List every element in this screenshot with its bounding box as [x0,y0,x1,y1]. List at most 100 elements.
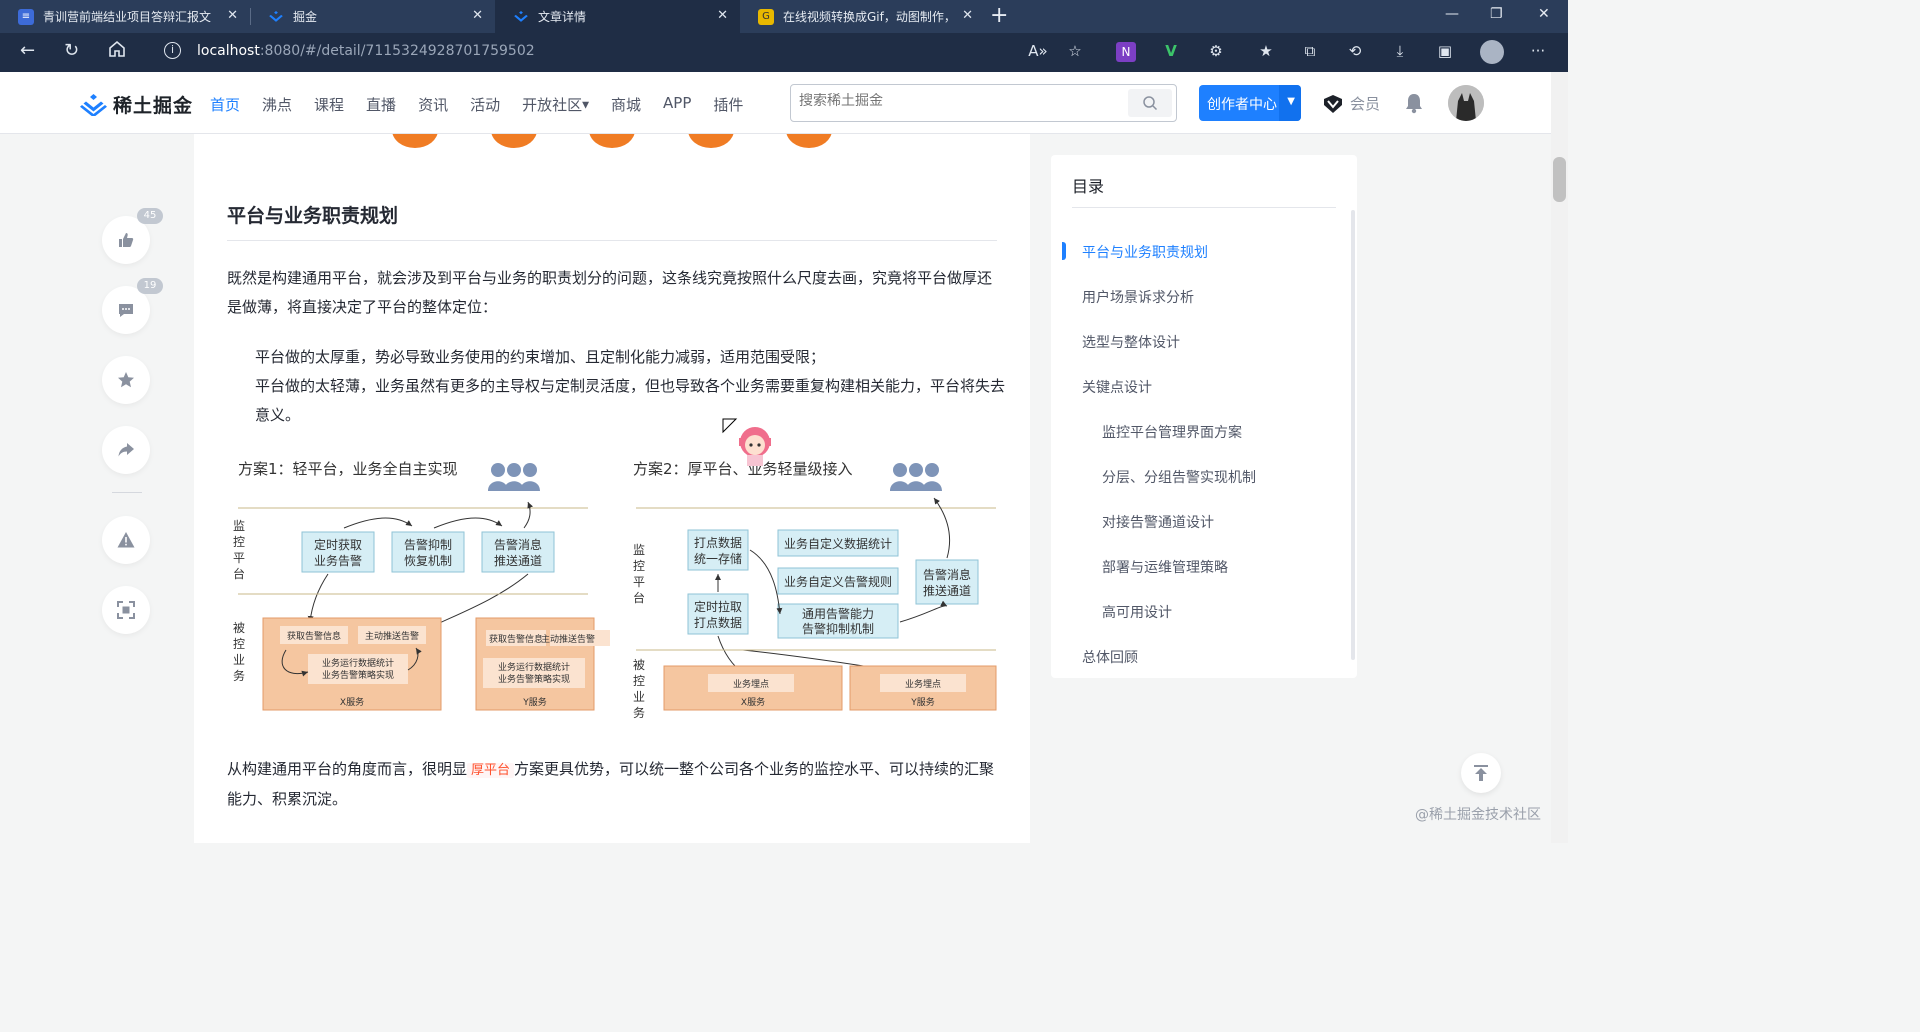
site-header: 稀土掘金 首页 沸点 课程 直播 资讯 活动 开放社区▼ 商城 APP 插件 创… [0,72,1568,134]
paragraph: 既然是构建通用平台，就会涉及到平台与业务的职责划分的问题，这条线究竟按照什么尺度… [227,269,993,316]
fullscreen-button[interactable] [102,586,150,634]
math-solver-icon[interactable]: ▣ [1435,42,1455,62]
browser-tab-1[interactable]: ≡ 青训营前端结业项目答辩汇报文 ✕ [0,0,250,33]
nav-course[interactable]: 课程 [314,94,344,115]
diagram-box-text: 告警消息 [923,567,971,582]
table-of-contents: 目录 平台与业务职责规划 用户场景诉求分析 选型与整体设计 关键点设计 监控平台… [1051,155,1357,678]
share-button[interactable] [102,426,150,474]
toc-item[interactable]: 用户场景诉求分析 [1082,287,1194,307]
nav-community[interactable]: 开放社区▼ [522,94,589,115]
diagram-label: 业 [233,653,245,667]
diagram-box-text: 打点数据 [694,535,742,550]
window-close-icon[interactable]: ✕ [1538,6,1550,22]
site-logo[interactable]: 稀土掘金 [80,91,193,118]
onenote-icon[interactable]: N [1116,42,1136,62]
nav-plugin[interactable]: 插件 [713,94,743,115]
expand-icon [117,601,135,619]
page-scrollbar-thumb[interactable] [1553,157,1566,202]
toc-item[interactable]: 总体回顾 [1082,647,1138,667]
creator-dropdown[interactable]: ▼ [1279,85,1301,121]
list-item: 平台做的太厚重，势必导致业务使用的约束增加、且定制化能力减弱，适用范围受限； [255,348,826,366]
diagram-label: 监 [633,543,645,557]
browser-tab-3[interactable]: 文章详情 ✕ [495,0,740,33]
toc-item[interactable]: 监控平台管理界面方案 [1102,422,1242,442]
search-icon [1143,96,1158,111]
creator-center-button[interactable]: 创作者中心 ▼ [1199,85,1301,121]
diagram-box-text: 业务自定义数据统计 [784,536,892,551]
nav-app[interactable]: APP [663,94,691,115]
close-icon[interactable]: ✕ [227,8,238,23]
section-heading: 平台与业务职责规划 [227,205,399,227]
nav-home[interactable]: 首页 [210,94,240,115]
search-button[interactable] [1128,89,1172,117]
collections-icon[interactable]: ⧉ [1300,42,1320,62]
decorative-dot [786,134,832,148]
nav-events[interactable]: 活动 [470,94,500,115]
diagram-box-text: 业务运行数据统计 [498,661,570,673]
download-icon[interactable]: ⤓ [1390,42,1410,62]
action-divider [112,492,142,493]
restore-icon[interactable]: ❐ [1490,6,1503,22]
back-icon[interactable]: ← [20,40,35,61]
report-button[interactable] [102,516,150,564]
toc-active-marker [1062,242,1066,260]
extensions-icon[interactable]: ⚙ [1206,42,1226,62]
diagram-label: 台 [633,590,645,605]
address-bar[interactable]: i localhost:8080/#/detail/71153249287017… [150,37,1100,68]
search-input[interactable] [799,93,1119,109]
nav-pins[interactable]: 沸点 [262,94,292,115]
profile-icon[interactable] [1480,40,1504,64]
toc-item[interactable]: 部署与运维管理策略 [1102,557,1228,577]
nav-news[interactable]: 资讯 [418,94,448,115]
refresh-icon[interactable]: ↻ [64,40,79,61]
juejin-logo-icon [80,93,107,116]
add-favorite-icon[interactable]: ☆ [1065,42,1085,62]
diagram-label: 控 [633,674,645,688]
favorites-icon[interactable]: ★ [1256,42,1276,62]
notification-bell-icon[interactable] [1404,92,1424,118]
user-avatar[interactable] [1448,85,1484,121]
vue-devtools-icon[interactable]: V [1161,42,1181,62]
toc-item[interactable]: 平台与业务职责规划 [1082,242,1208,262]
url-text[interactable]: localhost:8080/#/detail/7115324928701759… [197,43,535,59]
nav-shop[interactable]: 商城 [611,94,641,115]
tab-title: 文章详情 [538,10,587,24]
close-icon[interactable]: ✕ [717,8,728,23]
vip-link[interactable]: 会员 [1322,93,1380,114]
toc-item[interactable]: 分层、分组告警实现机制 [1102,467,1256,487]
share-icon [118,443,134,457]
history-icon[interactable]: ⟲ [1345,42,1365,62]
toc-item[interactable]: 对接告警通道设计 [1102,512,1214,532]
toc-item[interactable]: 关键点设计 [1082,377,1152,397]
diagram-box-text: 业务自定义告警规则 [784,574,892,589]
info-icon[interactable]: i [164,42,181,59]
browser-tab-4[interactable]: G 在线视频转换成Gif，动图制作， ✕ [740,0,985,33]
read-aloud-icon[interactable]: A» [1028,42,1048,62]
warning-icon [117,532,135,548]
juejin-icon [268,9,284,25]
nav-live[interactable]: 直播 [366,94,396,115]
comment-button[interactable]: 19 [102,278,163,334]
toc-item[interactable]: 选型与整体设计 [1082,332,1180,352]
minimize-icon[interactable]: — [1445,6,1459,22]
decorative-dot [392,134,438,148]
new-tab-icon[interactable]: + [990,3,1008,28]
diagram-label: 业 [633,690,645,704]
close-icon[interactable]: ✕ [472,8,483,23]
diagram-box-text: X服务 [741,696,765,708]
browser-tab-2[interactable]: 掘金 ✕ [250,0,495,33]
toc-item[interactable]: 高可用设计 [1102,602,1172,622]
diagram-label: 控 [233,535,245,549]
diagram-label: 控 [633,559,645,573]
toc-scrollbar[interactable] [1351,210,1355,660]
like-button[interactable]: 45 [102,208,163,264]
collect-button[interactable] [102,356,150,404]
decorative-dot [491,134,537,148]
more-icon[interactable]: ··· [1528,42,1548,62]
diagram-label: 被 [633,658,645,672]
anime-sprite-icon [739,427,771,466]
home-icon[interactable] [108,40,126,63]
back-to-top-button[interactable] [1461,753,1501,793]
main-nav: 首页 沸点 课程 直播 资讯 活动 开放社区▼ 商城 APP 插件 [210,94,765,115]
close-icon[interactable]: ✕ [962,8,973,23]
